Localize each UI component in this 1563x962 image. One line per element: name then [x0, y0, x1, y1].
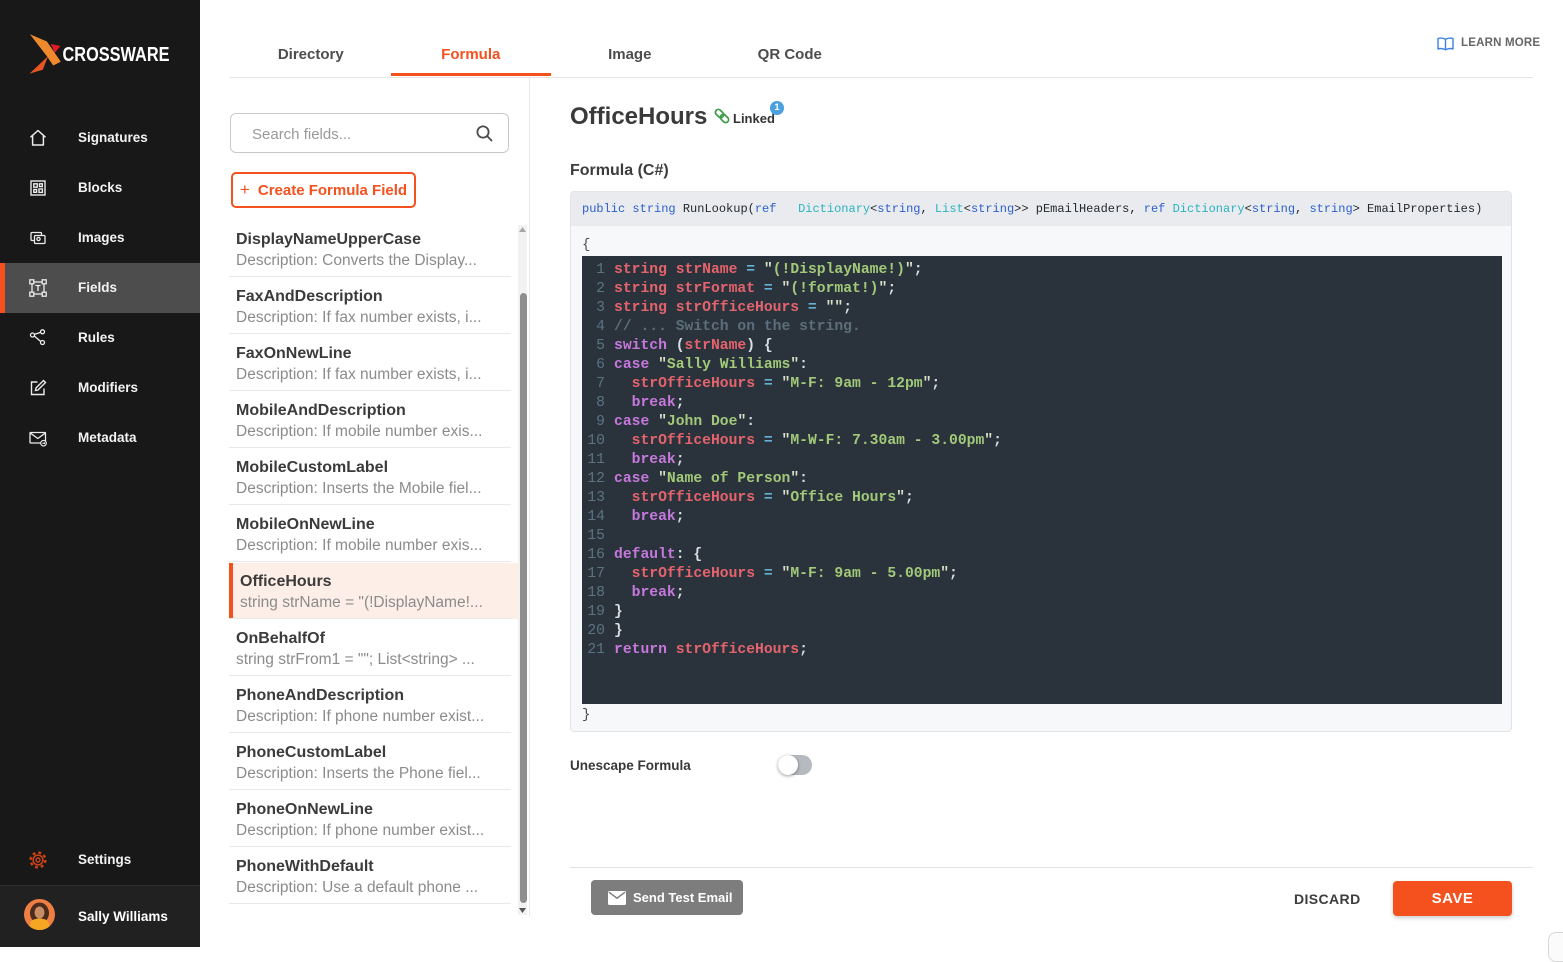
svg-text:CROSSWARE: CROSSWARE	[63, 43, 170, 66]
